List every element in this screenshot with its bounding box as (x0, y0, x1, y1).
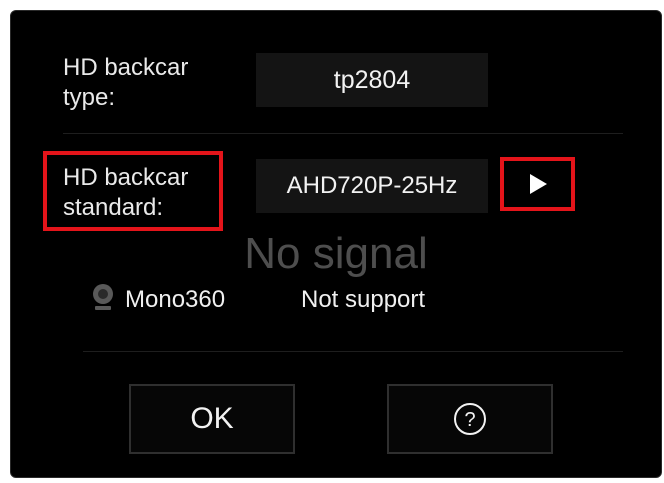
backcar-standard-value: AHD720P-25Hz (256, 159, 488, 213)
no-signal-status: No signal (244, 229, 428, 278)
question-circle-icon: ? (454, 403, 486, 435)
camera-icon (89, 282, 117, 312)
backcar-type-label: HD backcar type: (63, 54, 189, 111)
backcar-settings-dialog: HD backcar type: tp2804 HD backcar stand… (10, 10, 662, 478)
help-button[interactable]: ? (387, 384, 553, 454)
backcar-type-value: tp2804 (256, 53, 488, 107)
backcar-standard-label: HD backcar standard: (63, 164, 189, 221)
row-divider (63, 133, 623, 134)
play-right-icon (529, 174, 547, 194)
ok-button[interactable]: OK (129, 384, 295, 454)
row-divider (83, 351, 623, 352)
mono360-label: Mono360 (125, 286, 226, 313)
next-standard-button[interactable] (504, 161, 571, 207)
svg-text:?: ? (464, 409, 475, 431)
mono360-value: Not support (301, 286, 426, 313)
